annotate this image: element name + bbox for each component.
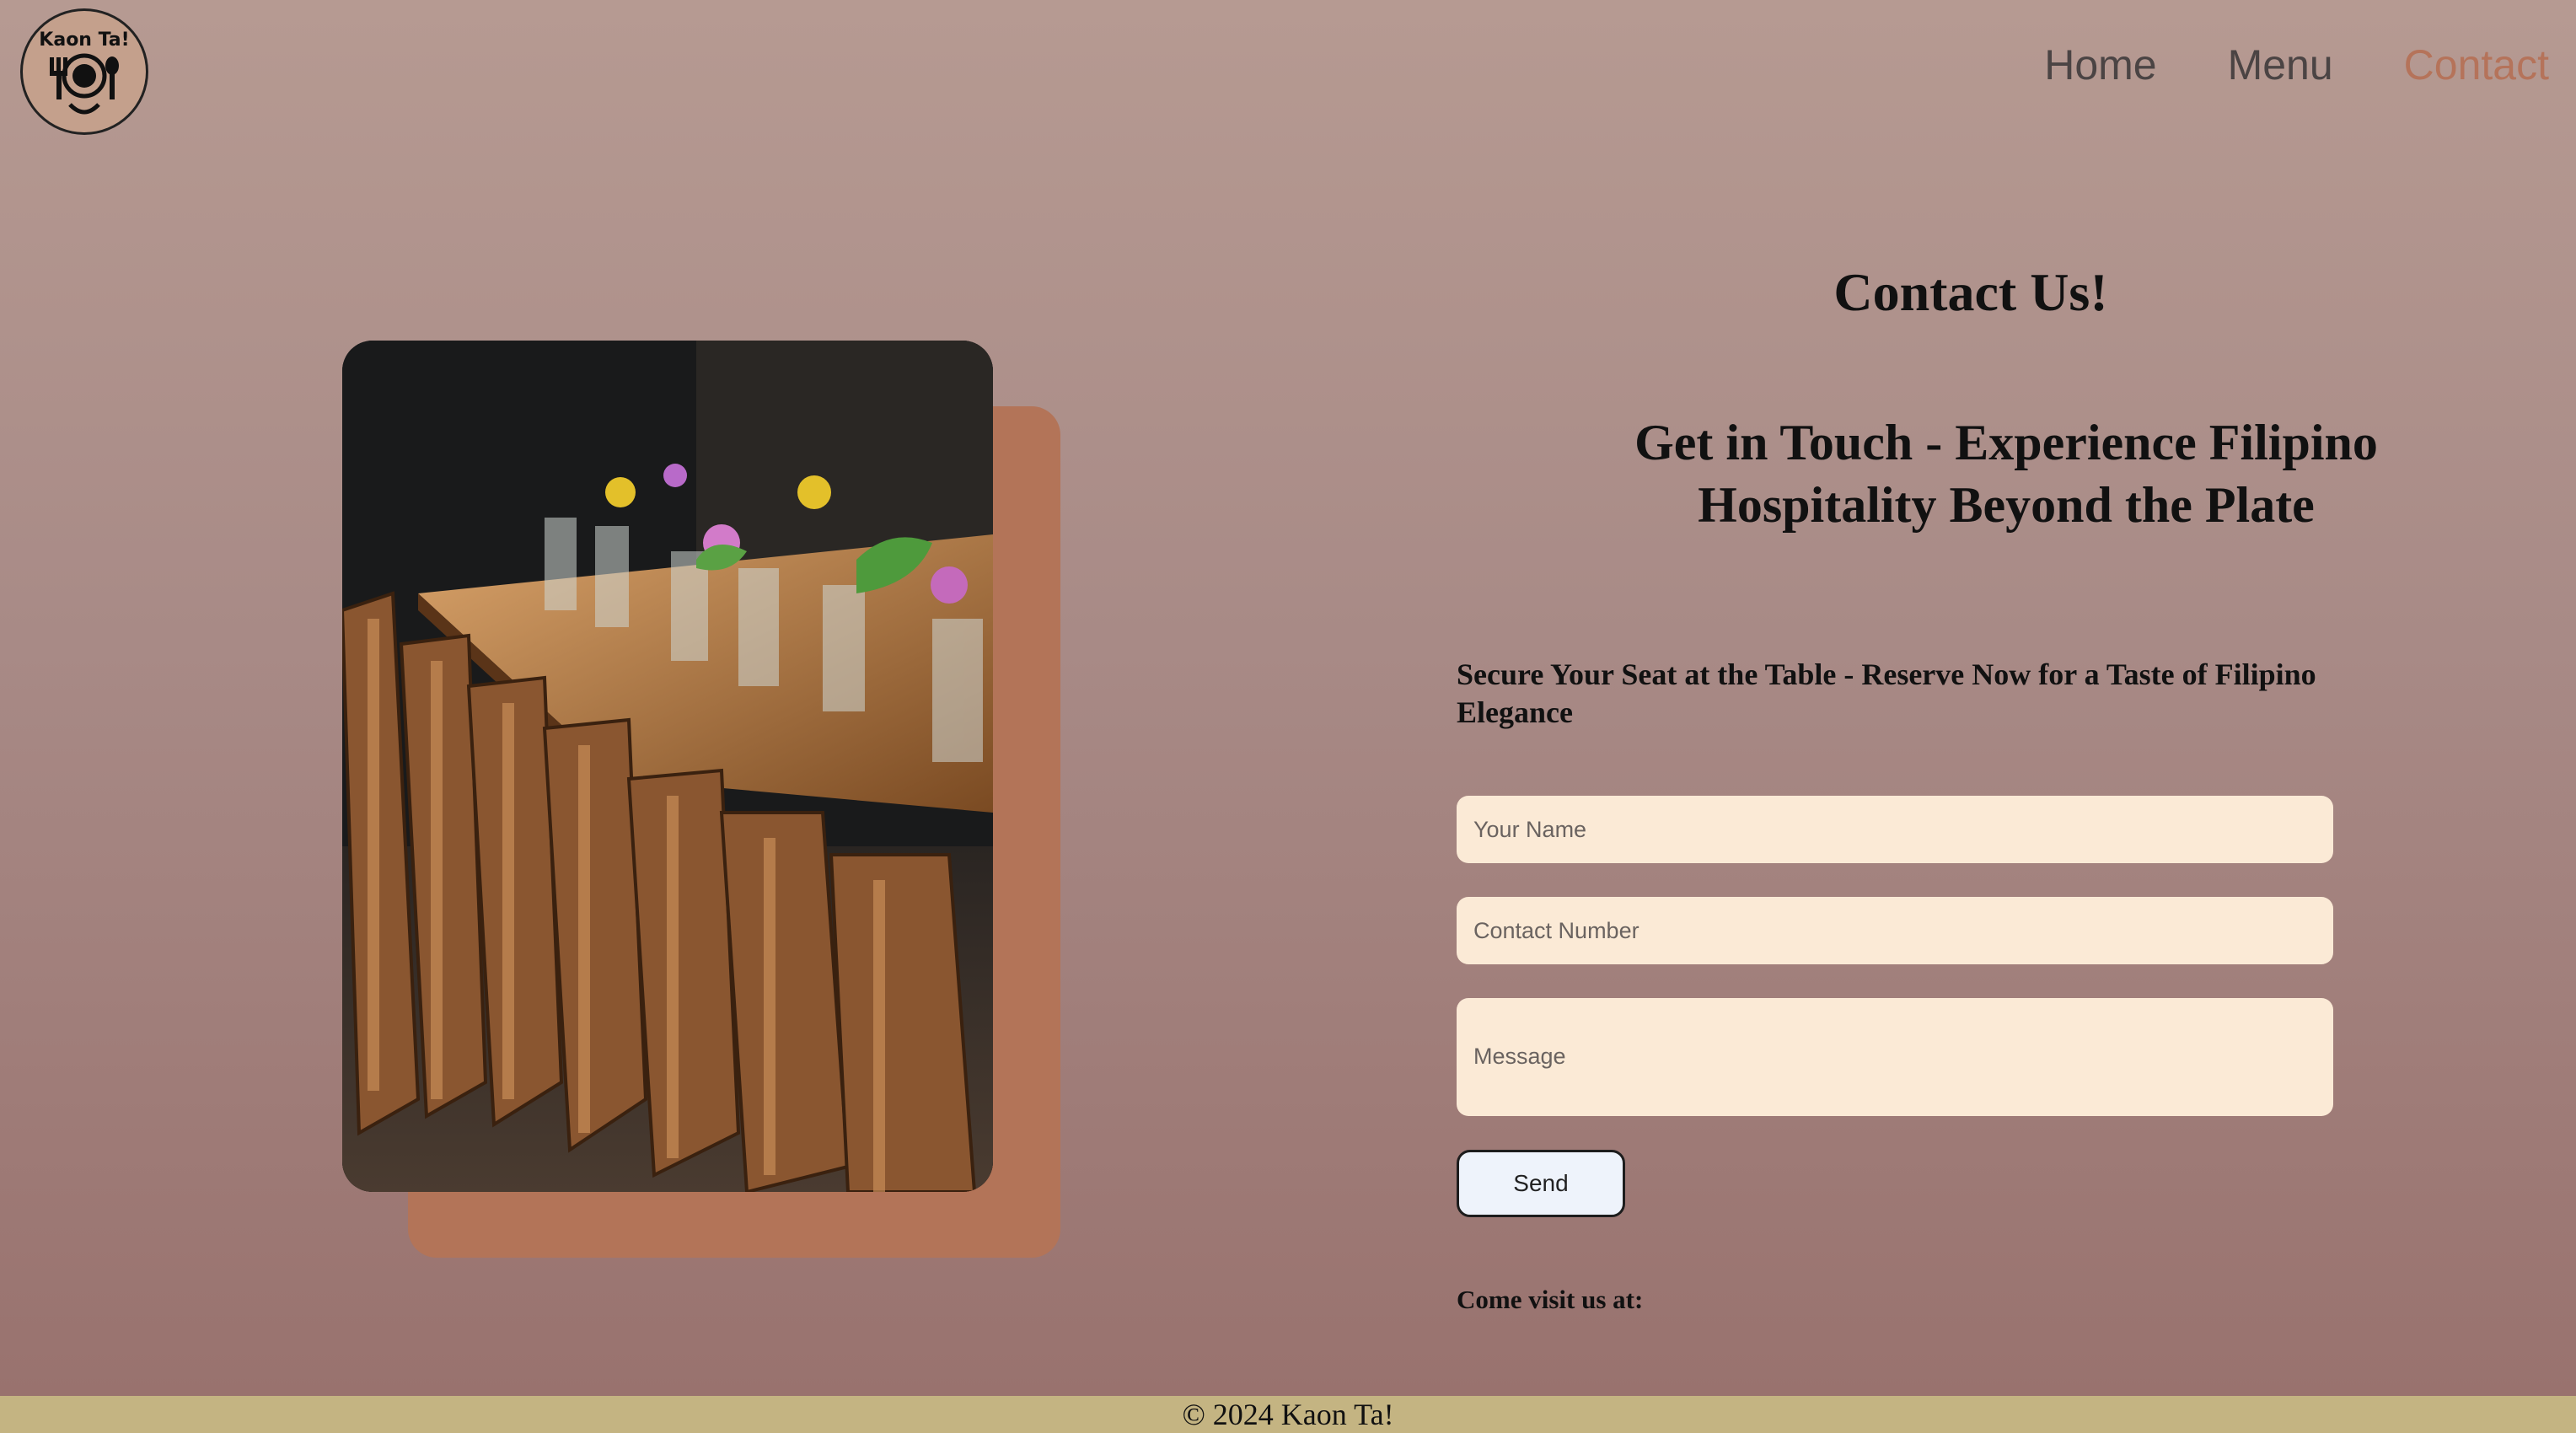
visit-label: Come visit us at: [1457,1285,1644,1314]
logo-text: Kaon Ta! [39,30,130,51]
main-nav: Home Menu Contact [2044,40,2549,89]
name-input[interactable] [1457,796,2333,863]
restaurant-table-illustration [342,341,993,1192]
nav-home[interactable]: Home [2044,40,2156,89]
nav-menu[interactable]: Menu [2228,40,2333,89]
contact-number-input[interactable] [1457,897,2333,964]
message-textarea[interactable] [1457,998,2333,1116]
nav-contact[interactable]: Contact [2404,40,2549,89]
brand-logo[interactable]: Kaon Ta! [20,8,148,135]
send-button[interactable]: Send [1457,1150,1625,1217]
plate-fork-spoon-icon [50,53,119,115]
footer: © 2024 Kaon Ta! [0,1396,2576,1433]
page-title: Contact Us! [1833,262,2108,322]
page-subtitle: Get in Touch - Experience Filipino Hospi… [1634,415,2378,533]
reserve-text: Secure Your Seat at the Table - Reserve … [1457,657,2316,729]
footer-text: © 2024 Kaon Ta! [1182,1398,1394,1431]
restaurant-photo [342,341,993,1192]
